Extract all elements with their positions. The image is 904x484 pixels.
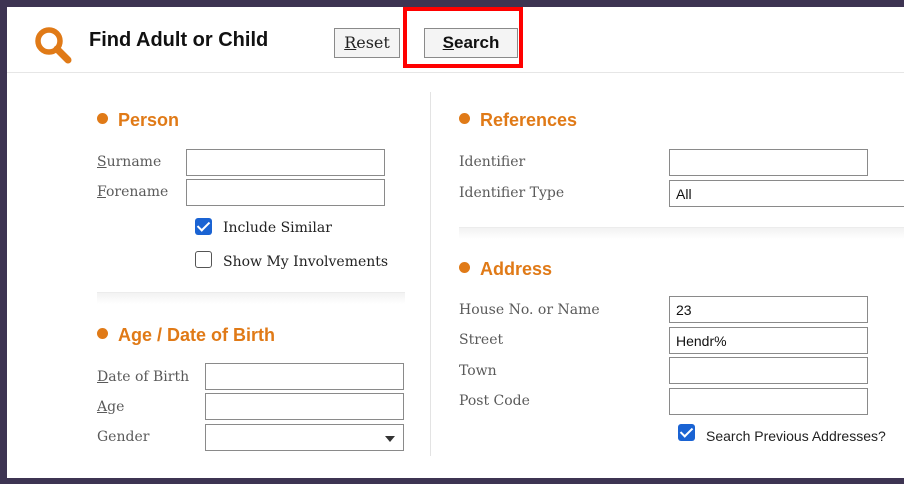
section-divider [97,292,405,304]
bullet-icon [459,262,470,273]
postcode-input[interactable] [669,388,868,415]
postcode-label: Post Code [459,393,530,409]
section-title-age: Age / Date of Birth [97,325,275,346]
search-previous-label: Search Previous Addresses? [706,428,886,444]
show-involvements-checkbox[interactable] [195,251,212,268]
search-button-highlight [403,7,523,68]
include-similar-label: Include Similar [223,220,332,236]
bullet-icon [459,113,470,124]
surname-label: Surname [97,154,162,170]
house-input[interactable]: 23 [669,296,868,323]
bullet-icon [97,113,108,124]
street-input[interactable]: Hendr% [669,327,868,354]
surname-input[interactable] [186,149,385,176]
show-involvements-label: Show My Involvements [223,254,389,270]
street-label: Street [459,332,504,348]
house-label: House No. or Name [459,302,600,318]
section-title-references: References [459,110,577,131]
search-previous-checkbox[interactable] [678,424,695,441]
dob-label: Date of Birth [97,369,190,385]
dob-input[interactable] [205,363,404,390]
identifier-type-label: Identifier Type [459,185,565,201]
bullet-icon [97,328,108,339]
section-title-person: Person [97,110,179,131]
age-input[interactable] [205,393,404,420]
age-label: Age [97,399,125,415]
page-title: Find Adult or Child [89,29,269,51]
identifier-label: Identifier [459,154,526,170]
search-icon [35,27,72,64]
town-input[interactable] [669,357,868,384]
include-similar-checkbox[interactable] [195,218,212,235]
section-divider [459,227,904,239]
reset-button[interactable]: Reset [334,28,400,58]
gender-label: Gender [97,429,150,445]
gender-select[interactable] [205,424,404,451]
chevron-down-icon [385,436,395,442]
section-title-address: Address [459,259,552,280]
column-divider [430,92,431,456]
forename-input[interactable] [186,179,385,206]
forename-label: Forename [97,184,169,200]
identifier-input[interactable] [669,149,868,176]
identifier-type-select[interactable]: All [669,180,904,207]
town-label: Town [459,363,497,379]
